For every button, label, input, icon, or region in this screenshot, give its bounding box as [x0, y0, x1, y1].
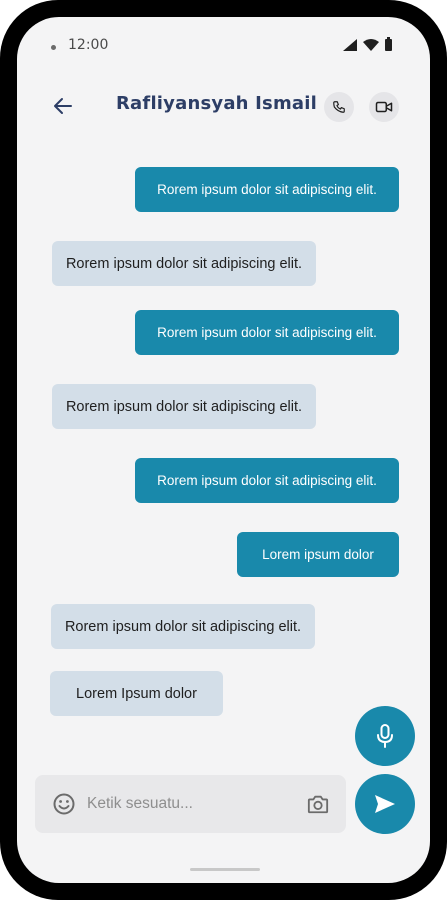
- message-bubble-received: Rorem ipsum dolor sit adipiscing elit.: [51, 604, 315, 649]
- status-bar: 12:00: [17, 17, 430, 77]
- wifi-icon: [363, 39, 379, 51]
- message-bubble-received: Rorem ipsum dolor sit adipiscing elit.: [52, 384, 316, 429]
- message-bubble-received: Rorem ipsum dolor sit adipiscing elit.: [52, 241, 316, 286]
- status-icons: [343, 37, 392, 51]
- chat-header: Rafliyansyah Ismail: [17, 81, 430, 131]
- camera-icon[interactable]: [307, 793, 329, 815]
- chat-screen: 12:00 Rafliyansyah Ismail Rorem ipsum do…: [17, 17, 430, 883]
- video-call-button[interactable]: [369, 92, 399, 122]
- send-button[interactable]: [355, 774, 415, 834]
- phone-icon: [333, 101, 345, 113]
- voice-call-button[interactable]: [324, 92, 354, 122]
- phone-frame: 12:00 Rafliyansyah Ismail Rorem ipsum do…: [0, 0, 447, 900]
- home-indicator: [190, 868, 260, 871]
- smiley-icon[interactable]: [52, 792, 76, 816]
- message-composer: [35, 775, 346, 833]
- message-bubble-sent: Rorem ipsum dolor sit adipiscing elit.: [135, 167, 399, 212]
- signal-icon: [343, 39, 357, 51]
- status-time: 12:00: [68, 37, 109, 53]
- back-button[interactable]: [47, 91, 79, 121]
- voice-message-button[interactable]: [355, 706, 415, 766]
- video-camera-icon: [375, 101, 393, 113]
- send-icon: [375, 795, 395, 813]
- arrow-left-icon: [54, 98, 72, 114]
- message-bubble-received: Lorem Ipsum dolor: [50, 671, 223, 716]
- message-bubble-sent: Lorem ipsum dolor: [237, 532, 399, 577]
- message-bubble-sent: Rorem ipsum dolor sit adipiscing elit.: [135, 458, 399, 503]
- message-bubble-sent: Rorem ipsum dolor sit adipiscing elit.: [135, 310, 399, 355]
- battery-icon: [385, 37, 392, 51]
- contact-name: Rafliyansyah Ismail: [116, 93, 318, 114]
- microphone-icon: [377, 724, 393, 748]
- message-input[interactable]: [87, 789, 287, 819]
- notification-dot: [51, 45, 56, 50]
